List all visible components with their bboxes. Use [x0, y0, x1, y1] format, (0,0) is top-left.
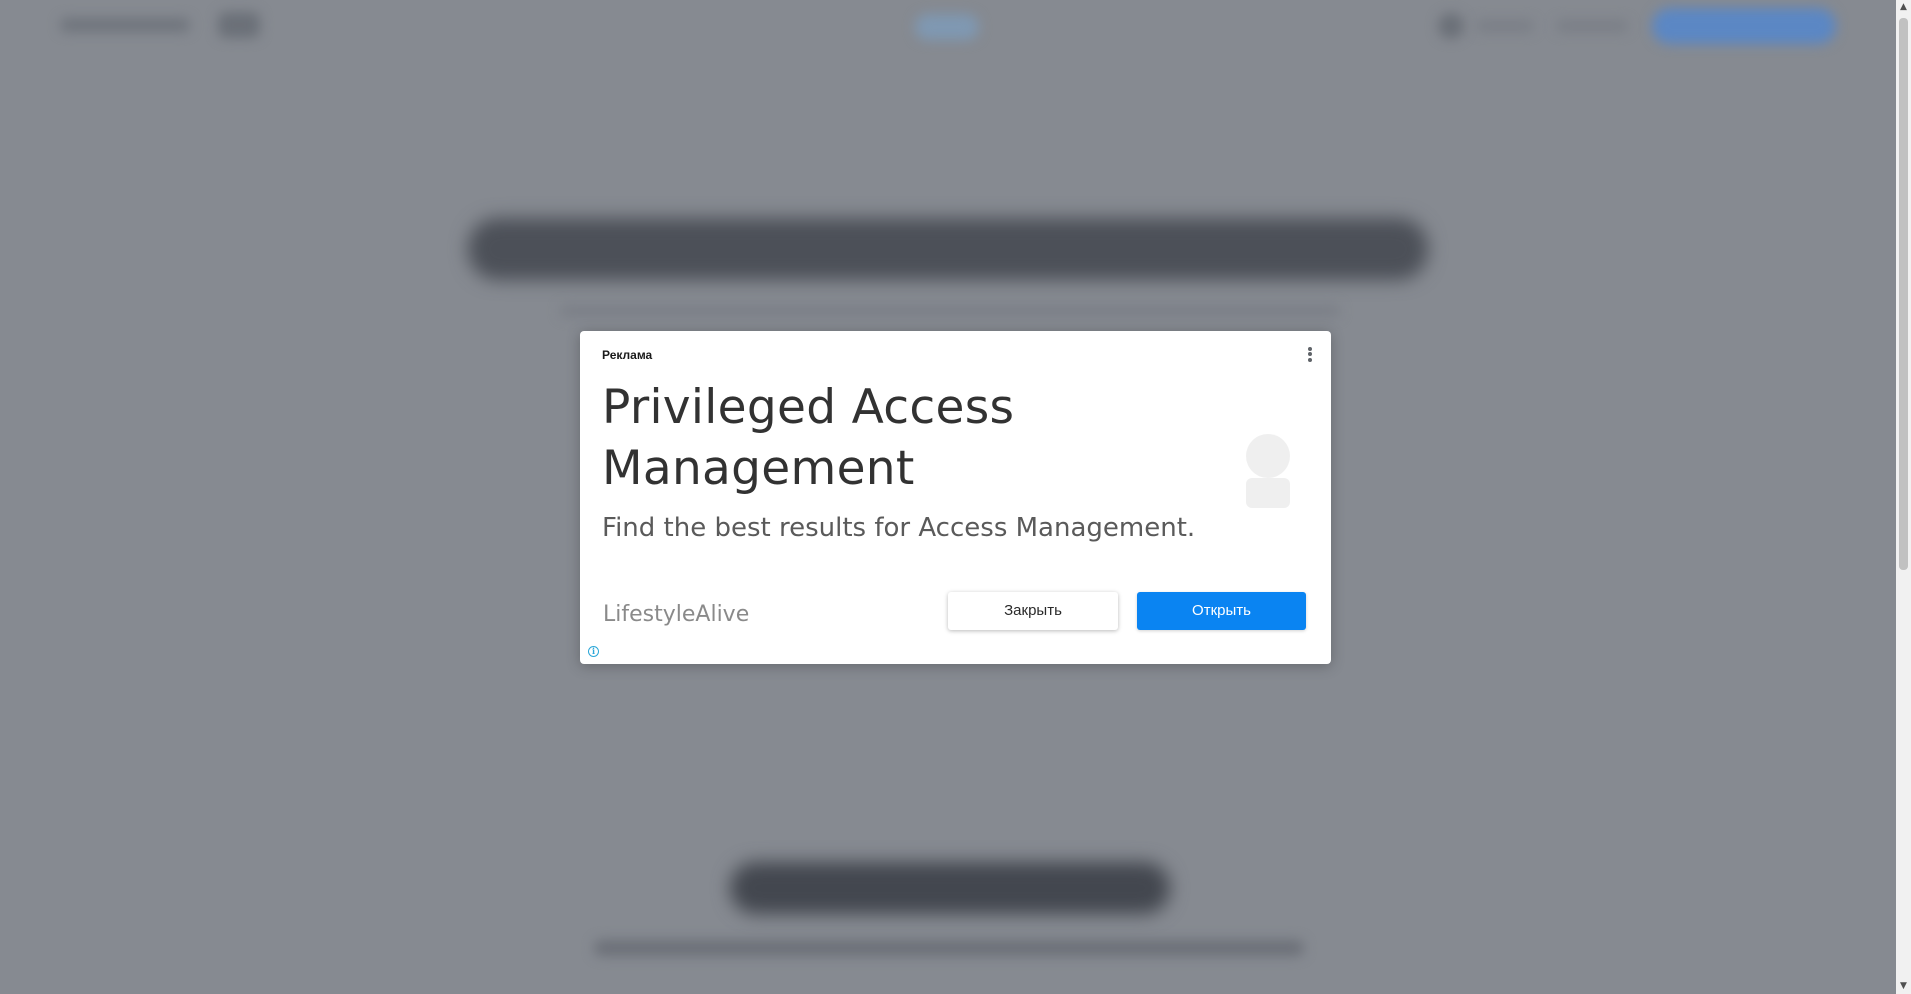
blurred-page: Реклама Privileged Access Management Fin… [0, 0, 1896, 994]
scrollbar-thumb[interactable] [1899, 18, 1908, 570]
hero-heading-blurred [468, 218, 1428, 280]
nav-pill-blurred [915, 14, 979, 40]
ad-advertiser-name[interactable]: LifestyleAlive [603, 602, 749, 627]
nav-link-blurred [1476, 20, 1534, 32]
menu-dot [1308, 346, 1312, 351]
info-icon[interactable]: i [588, 646, 599, 657]
section-subtitle-blurred [594, 940, 1304, 956]
ad-label: Реклама [602, 348, 653, 362]
section-heading-blurred [730, 862, 1170, 914]
menu-dot [1308, 357, 1312, 362]
ad-headline[interactable]: Privileged Access Management [602, 377, 1202, 499]
site-logo-blurred [60, 18, 190, 32]
ad-watermark-graphic [1246, 434, 1290, 508]
cta-button-blurred [1652, 8, 1836, 44]
vertical-dots-icon[interactable] [1303, 345, 1317, 365]
menu-button-blurred [218, 12, 260, 38]
ad-interstitial: Реклама Privileged Access Management Fin… [580, 331, 1331, 664]
menu-dot [1308, 352, 1312, 356]
account-icon-blurred [1438, 13, 1464, 39]
hero-subtitle-blurred [560, 305, 1340, 317]
open-button[interactable]: Открыть [1137, 592, 1306, 630]
vertical-scrollbar[interactable]: ▲ ▼ [1896, 0, 1911, 994]
close-button[interactable]: Закрыть [948, 592, 1118, 630]
scroll-up-icon[interactable]: ▲ [1896, 0, 1911, 15]
scroll-down-icon[interactable]: ▼ [1896, 979, 1911, 994]
nav-link-blurred [1556, 20, 1628, 32]
ad-description[interactable]: Find the best results for Access Managem… [602, 513, 1302, 543]
